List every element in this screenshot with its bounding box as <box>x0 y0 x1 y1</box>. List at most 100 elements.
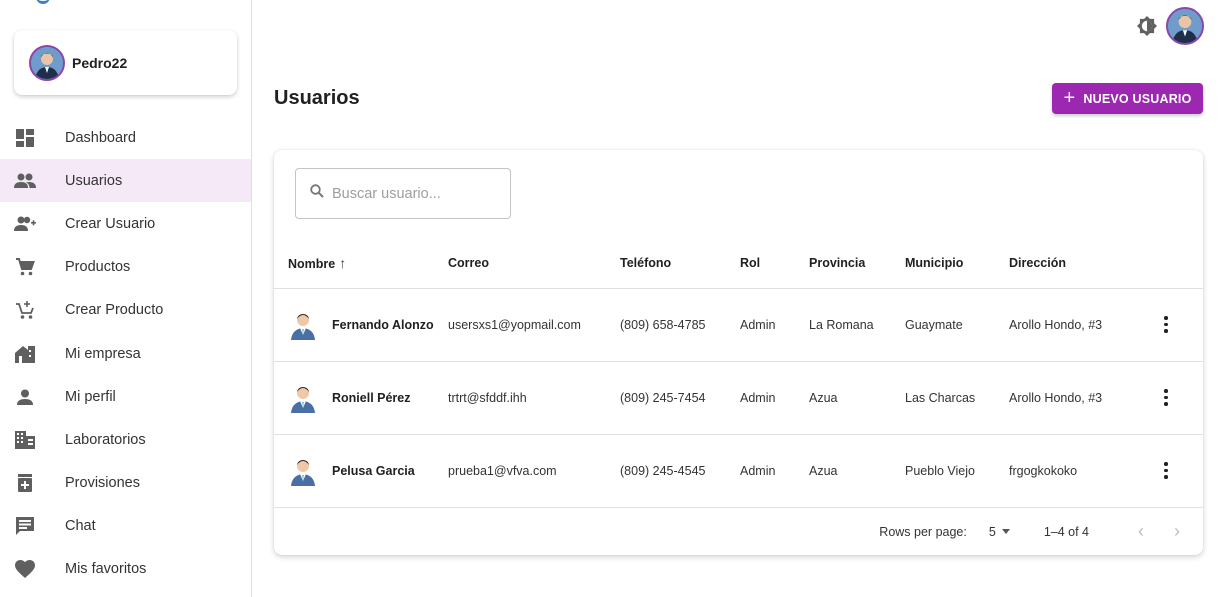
avatar-image <box>31 46 63 79</box>
theme-toggle-icon[interactable] <box>1136 15 1158 37</box>
user-name: Fernando Alonzo <box>332 317 434 332</box>
heart-icon <box>14 558 36 580</box>
column-header-label: Correo <box>448 256 489 271</box>
cell-municipality: Pueblo Viejo <box>905 434 1009 508</box>
cell-province: Azua <box>809 434 905 508</box>
people-icon <box>14 170 36 192</box>
sidebar-item-label: Crear Producto <box>65 302 164 319</box>
page-title: Usuarios <box>274 87 360 109</box>
table-row[interactable]: Fernando Alonzo usersxs1@yopmail.com (80… <box>274 288 1203 362</box>
cell-province: La Romana <box>809 288 905 362</box>
table-header-row: Nombre ↑ Correo Teléfono Rol Provincia Mu… <box>274 239 1203 289</box>
sidebar-item-provisiones[interactable]: Provisiones <box>0 462 251 505</box>
plus-icon: + <box>1063 86 1076 109</box>
caret-down-icon <box>1001 529 1010 534</box>
table-row[interactable]: Pelusa Garcia prueba1@vfva.com (809) 245… <box>274 434 1203 508</box>
more-vert-icon[interactable] <box>1154 386 1178 410</box>
search-icon <box>310 184 324 203</box>
more-vert-icon[interactable] <box>1154 459 1178 483</box>
cell-role: Admin <box>740 434 809 508</box>
cell-name: Fernando Alonzo <box>274 288 448 362</box>
more-vert-icon[interactable] <box>1154 313 1178 337</box>
column-header-telefono[interactable]: Teléfono <box>620 239 740 289</box>
cell-address: frgogkokoko <box>1009 434 1154 508</box>
sidebar-item-dashboard[interactable]: Dashboard <box>0 116 251 159</box>
building-icon <box>14 429 36 451</box>
sidebar-item-usuarios[interactable]: Usuarios <box>0 159 251 203</box>
sidebar-item-crear-producto[interactable]: Crear Producto <box>0 289 251 332</box>
pagination-range: 1–4 of 4 <box>1043 524 1089 539</box>
rows-per-page-value: 5 <box>988 524 996 539</box>
cell-address: Arollo Hondo, #3 <box>1009 288 1154 362</box>
table-row[interactable]: Roniell Pérez trtrt@sfddf.ihh (809) 245-… <box>274 361 1203 435</box>
column-header-correo[interactable]: Correo <box>448 239 620 289</box>
cell-municipality: Guaymate <box>905 288 1009 362</box>
users-card: Nombre↑ Correo Teléfono Rol Provincia Mu… <box>274 150 1203 555</box>
user-name: Roniell Pérez <box>332 390 411 405</box>
column-header-nombre[interactable]: Nombre ↑ <box>274 239 448 289</box>
sidebar-item-label: Usuarios <box>65 172 123 189</box>
column-header-provincia[interactable]: Provincia <box>809 239 905 289</box>
avatar-image <box>1168 9 1202 43</box>
cell-actions <box>1154 361 1203 435</box>
column-header-label: Dirección <box>1009 256 1066 271</box>
table-pagination: Rows per page: 5 1–4 of 4 ‹ › <box>274 508 1203 555</box>
search-input[interactable] <box>332 185 502 202</box>
sidebar-item-crear-usuario[interactable]: Crear Usuario <box>0 202 251 245</box>
column-header-label: Municipio <box>905 256 964 271</box>
new-user-button-label: NUEVO USUARIO <box>1083 91 1192 106</box>
sidebar: Pedro22 Dashboard Usuarios Crear Usuario <box>0 0 252 597</box>
sidebar-nav: Dashboard Usuarios Crear Usuario Product… <box>0 116 251 591</box>
cell-email: trtrt@sfddf.ihh <box>448 361 620 435</box>
arrow-up-icon: ↑ <box>339 255 347 272</box>
cell-province: Azua <box>809 361 905 435</box>
person-icon <box>14 386 36 408</box>
sidebar-item-label: Mi empresa <box>65 345 141 362</box>
user-avatar-icon <box>291 386 315 413</box>
next-page-icon[interactable]: › <box>1165 520 1189 544</box>
avatar <box>29 44 65 81</box>
new-user-button[interactable]: + NUEVO USUARIO <box>1052 83 1203 114</box>
sidebar-item-label: Mi perfil <box>65 388 116 405</box>
cell-address: Arollo Hondo, #3 <box>1009 361 1154 435</box>
cell-email: usersxs1@yopmail.com <box>448 288 620 362</box>
user-avatar-icon <box>291 313 315 340</box>
cell-phone: (809) 245-4545 <box>620 434 740 508</box>
column-header-municipio[interactable]: Municipio <box>905 239 1009 289</box>
cell-name: Roniell Pérez <box>274 361 448 435</box>
cell-actions <box>1154 288 1203 362</box>
add-cart-icon <box>14 299 36 321</box>
cell-email: prueba1@vfva.com <box>448 434 620 508</box>
column-header-label: Teléfono <box>620 256 672 271</box>
dashboard-icon <box>14 127 36 149</box>
user-avatar[interactable] <box>1166 7 1204 45</box>
column-header-rol[interactable]: Rol <box>740 239 809 289</box>
logo <box>36 0 50 4</box>
cart-icon <box>14 256 36 278</box>
cell-phone: (809) 245-7454 <box>620 361 740 435</box>
sidebar-item-productos[interactable]: Productos <box>0 246 251 289</box>
column-header-label: Rol <box>740 256 761 271</box>
previous-page-icon[interactable]: ‹ <box>1129 520 1153 544</box>
cell-role: Admin <box>740 288 809 362</box>
sidebar-item-mis-favoritos[interactable]: Mis favoritos <box>0 548 251 591</box>
sidebar-item-label: Productos <box>65 259 131 276</box>
cell-municipality: Las Charcas <box>905 361 1009 435</box>
topbar-actions <box>1136 7 1204 45</box>
sidebar-item-laboratorios[interactable]: Laboratorios <box>0 418 251 461</box>
sidebar-item-mi-empresa[interactable]: Mi empresa <box>0 332 251 375</box>
column-header-label: Nombre <box>288 257 336 272</box>
search-field <box>295 168 511 219</box>
rows-per-page-select[interactable]: 5 <box>989 525 1010 539</box>
sidebar-item-label: Provisiones <box>65 475 140 492</box>
sidebar-item-chat[interactable]: Chat <box>0 505 251 548</box>
profile-card[interactable]: Pedro22 <box>14 30 237 95</box>
sidebar-item-mi-perfil[interactable]: Mi perfil <box>0 375 251 418</box>
add-user-icon <box>14 213 36 235</box>
app-root: Pedro22 Dashboard Usuarios Crear Usuario <box>0 0 1226 597</box>
medical-box-icon <box>14 472 36 494</box>
sidebar-item-label: Laboratorios <box>65 431 146 448</box>
cell-actions <box>1154 434 1203 508</box>
user-avatar-icon <box>291 459 315 486</box>
column-header-direccion[interactable]: Dirección <box>1009 239 1154 289</box>
